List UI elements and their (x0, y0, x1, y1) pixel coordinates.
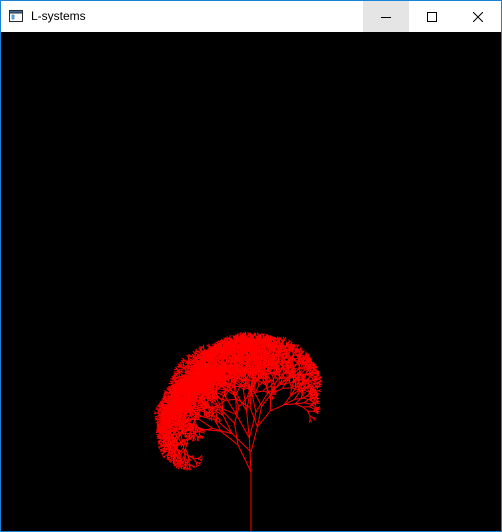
plant-segment (248, 437, 252, 473)
plant-segment (318, 390, 322, 393)
app-window: L-systems (0, 0, 502, 532)
plant-segment (255, 393, 268, 413)
plant-segment (181, 465, 183, 468)
window-title: L-systems (31, 9, 86, 23)
plant-segment (274, 353, 282, 356)
plant-segment (183, 434, 187, 437)
plant-segment (234, 423, 239, 446)
plant-segment (317, 378, 321, 381)
plant-segment (304, 361, 306, 365)
plant-segment (257, 380, 260, 386)
title-bar[interactable]: L-systems (1, 1, 501, 32)
plant-segment (268, 337, 271, 343)
plant-segment (255, 385, 260, 393)
plant-segment (203, 356, 209, 358)
close-icon (473, 11, 483, 22)
plant-segment (202, 358, 207, 360)
plant-segment (194, 420, 197, 426)
plant-segment (286, 344, 289, 348)
close-button[interactable] (455, 1, 501, 32)
plant-segment (197, 458, 201, 461)
plant-segment (298, 352, 301, 358)
plant-segment (237, 444, 252, 473)
plant-segment (299, 355, 302, 359)
drawing-canvas (1, 32, 501, 531)
plant-segment (219, 340, 222, 344)
plant-segment (267, 381, 270, 385)
plant-segment (262, 387, 267, 392)
plant-segment (273, 336, 276, 340)
plant-segment (184, 425, 187, 429)
maximize-icon (427, 11, 437, 22)
plant-segment (223, 339, 226, 344)
plant-segment (248, 411, 257, 439)
plant-segment (283, 337, 287, 340)
plant-segment (234, 406, 240, 424)
plant-segment (199, 459, 203, 462)
plant-segment (309, 368, 312, 373)
plant-segment (286, 357, 289, 360)
l-system-plant (153, 331, 323, 531)
window-app-icon (9, 10, 23, 22)
plant-segment (255, 390, 263, 393)
minimize-button[interactable] (363, 1, 409, 32)
plant-segment (273, 393, 277, 396)
plant-segment (181, 357, 186, 361)
minimize-icon (381, 16, 391, 18)
plant-segment (296, 344, 300, 348)
maximize-button[interactable] (409, 1, 455, 32)
plant-segment (217, 345, 220, 349)
plant-segment (202, 431, 205, 434)
plant-segment (177, 465, 180, 468)
plant-segment (282, 341, 284, 345)
